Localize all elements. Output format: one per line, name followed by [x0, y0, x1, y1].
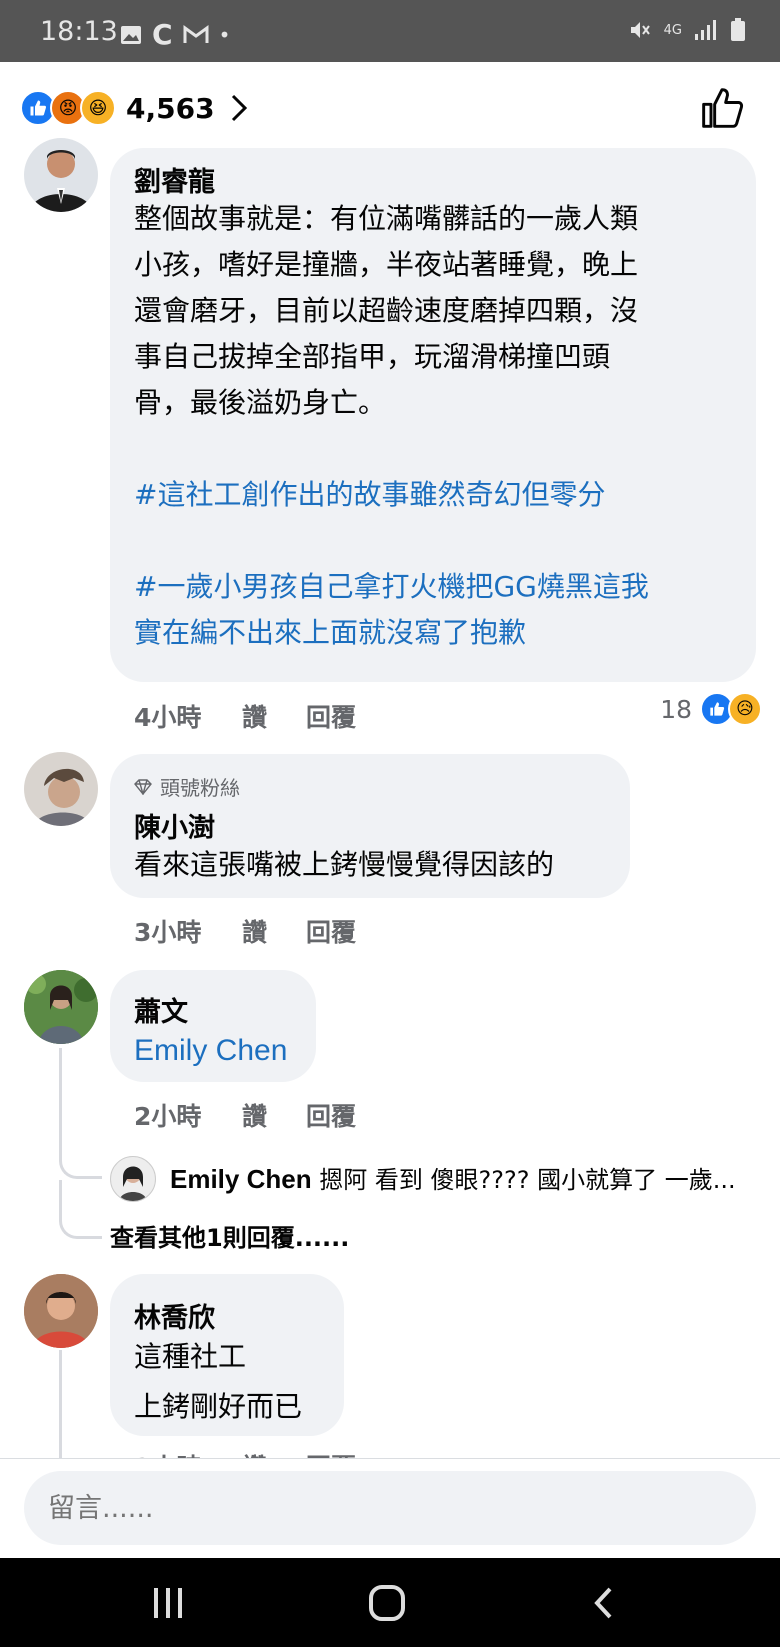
comment-composer	[0, 1458, 780, 1559]
image-icon	[121, 25, 141, 44]
hashtag-link[interactable]: #這社工創作出的故事雖然奇幻但零分	[134, 472, 744, 518]
back-icon[interactable]	[592, 1586, 616, 1620]
comment-text-line: 還會磨牙，目前以超齡速度磨掉四顆，沒	[134, 294, 639, 327]
reply-thread-connector	[59, 1120, 102, 1179]
like-button[interactable]: 讚	[242, 1097, 306, 1133]
comment-text-line: 骨，最後溢奶身亡。	[134, 386, 387, 419]
reply-button[interactable]: 回覆	[306, 1097, 356, 1133]
comment-text: 這種社工 上銬剛好而已	[134, 1332, 302, 1432]
view-more-replies-link[interactable]: 查看其他1則回覆......	[110, 1218, 349, 1253]
comment-input[interactable]	[24, 1471, 756, 1545]
dot-icon: •	[218, 22, 231, 47]
hashtag-link[interactable]: #一歲小男孩自己拿打火機把GG燒黑這我	[134, 564, 744, 610]
chevron-right-icon	[231, 94, 247, 122]
avatar[interactable]	[110, 1156, 156, 1202]
mute-icon	[630, 22, 650, 38]
comment-meta: 2小時 讚 回覆	[134, 1097, 356, 1133]
comment-text: 看來這張嘴被上銬慢慢覺得因該的	[134, 848, 555, 881]
sad-reaction-icon: 😥	[728, 692, 762, 726]
hashtag-link[interactable]: 實在編不出來上面就沒寫了抱歉	[134, 610, 744, 656]
gmail-icon	[183, 24, 209, 43]
reaction-count: 4,563	[126, 91, 215, 125]
comment-text-line: 上銬剛好而已	[134, 1390, 303, 1423]
like-button[interactable]: 讚	[242, 698, 306, 734]
reactions-header: 😡 😆 4,563	[0, 62, 780, 150]
comment-text-line: 事自己拔掉全部指甲，玩溜滑梯撞凹頭	[134, 340, 611, 373]
comment-reactions[interactable]: 18 😥	[660, 692, 762, 726]
comment-text-line: 這種社工	[134, 1340, 247, 1373]
comment-time: 2小時	[134, 1102, 202, 1131]
mention-link[interactable]: Emily Chen	[134, 1028, 287, 1074]
comment-reaction-count: 18	[660, 694, 692, 724]
home-icon[interactable]	[368, 1584, 406, 1622]
status-right-icons: 4G	[628, 18, 746, 42]
c-app-icon: C	[152, 18, 173, 51]
reply-author-name: Emily Chen	[170, 1164, 312, 1194]
reply-thread-connector	[59, 1180, 102, 1239]
status-left-icons: C •	[120, 18, 230, 51]
comment-author-name[interactable]: 林喬欣	[134, 1296, 215, 1335]
avatar[interactable]	[24, 752, 98, 826]
reactions-summary[interactable]: 😡 😆 4,563	[20, 90, 249, 126]
comment-meta: 4小時 讚 回覆	[134, 698, 356, 734]
comment-time: 4小時	[134, 703, 202, 732]
battery-icon	[731, 18, 745, 41]
top-fan-badge: 頭號粉絲	[134, 772, 240, 801]
reply-preview[interactable]: Emily Chen 摁阿 看到 傻眼???? 國小就算了 一歲...	[170, 1160, 760, 1195]
reply-button[interactable]: 回覆	[306, 913, 356, 949]
reply-thread-line	[59, 1350, 62, 1458]
comment-time: 3小時	[134, 918, 202, 947]
avatar[interactable]	[24, 138, 98, 212]
avatar[interactable]	[24, 1274, 98, 1348]
comment-author-name[interactable]: 劉睿龍	[134, 160, 215, 199]
reply-text: 摁阿 看到 傻眼???? 國小就算了 一歲...	[319, 1166, 736, 1194]
diamond-icon	[134, 778, 152, 795]
comment-text-line: 整個故事就是：有位滿嘴髒話的一歲人類	[134, 202, 639, 235]
reply-button[interactable]: 回覆	[306, 698, 356, 734]
haha-reaction-icon: 😆	[80, 90, 116, 126]
badge-label: 頭號粉絲	[160, 776, 240, 800]
avatar[interactable]	[24, 970, 98, 1044]
thumbs-up-icon[interactable]	[700, 86, 744, 130]
comment-text: 整個故事就是：有位滿嘴髒話的一歲人類 小孩，嗜好是撞牆，半夜站著睡覺，晚上 還會…	[134, 196, 744, 656]
status-bar: 18:13 C • 4G	[0, 0, 780, 62]
network-4g-icon: 4G	[663, 22, 682, 38]
comment-author-name[interactable]: 陳小澍	[134, 806, 215, 845]
comment-author-name[interactable]: 蕭文	[134, 990, 188, 1029]
signal-icon	[695, 20, 716, 40]
comment-meta: 3小時 讚 回覆	[134, 913, 356, 949]
status-time: 18:13	[40, 16, 118, 47]
like-button[interactable]: 讚	[242, 913, 306, 949]
system-nav-bar	[0, 1558, 780, 1647]
comment-text-line: 小孩，嗜好是撞牆，半夜站著睡覺，晚上	[134, 248, 639, 281]
recent-apps-icon[interactable]	[150, 1586, 186, 1620]
